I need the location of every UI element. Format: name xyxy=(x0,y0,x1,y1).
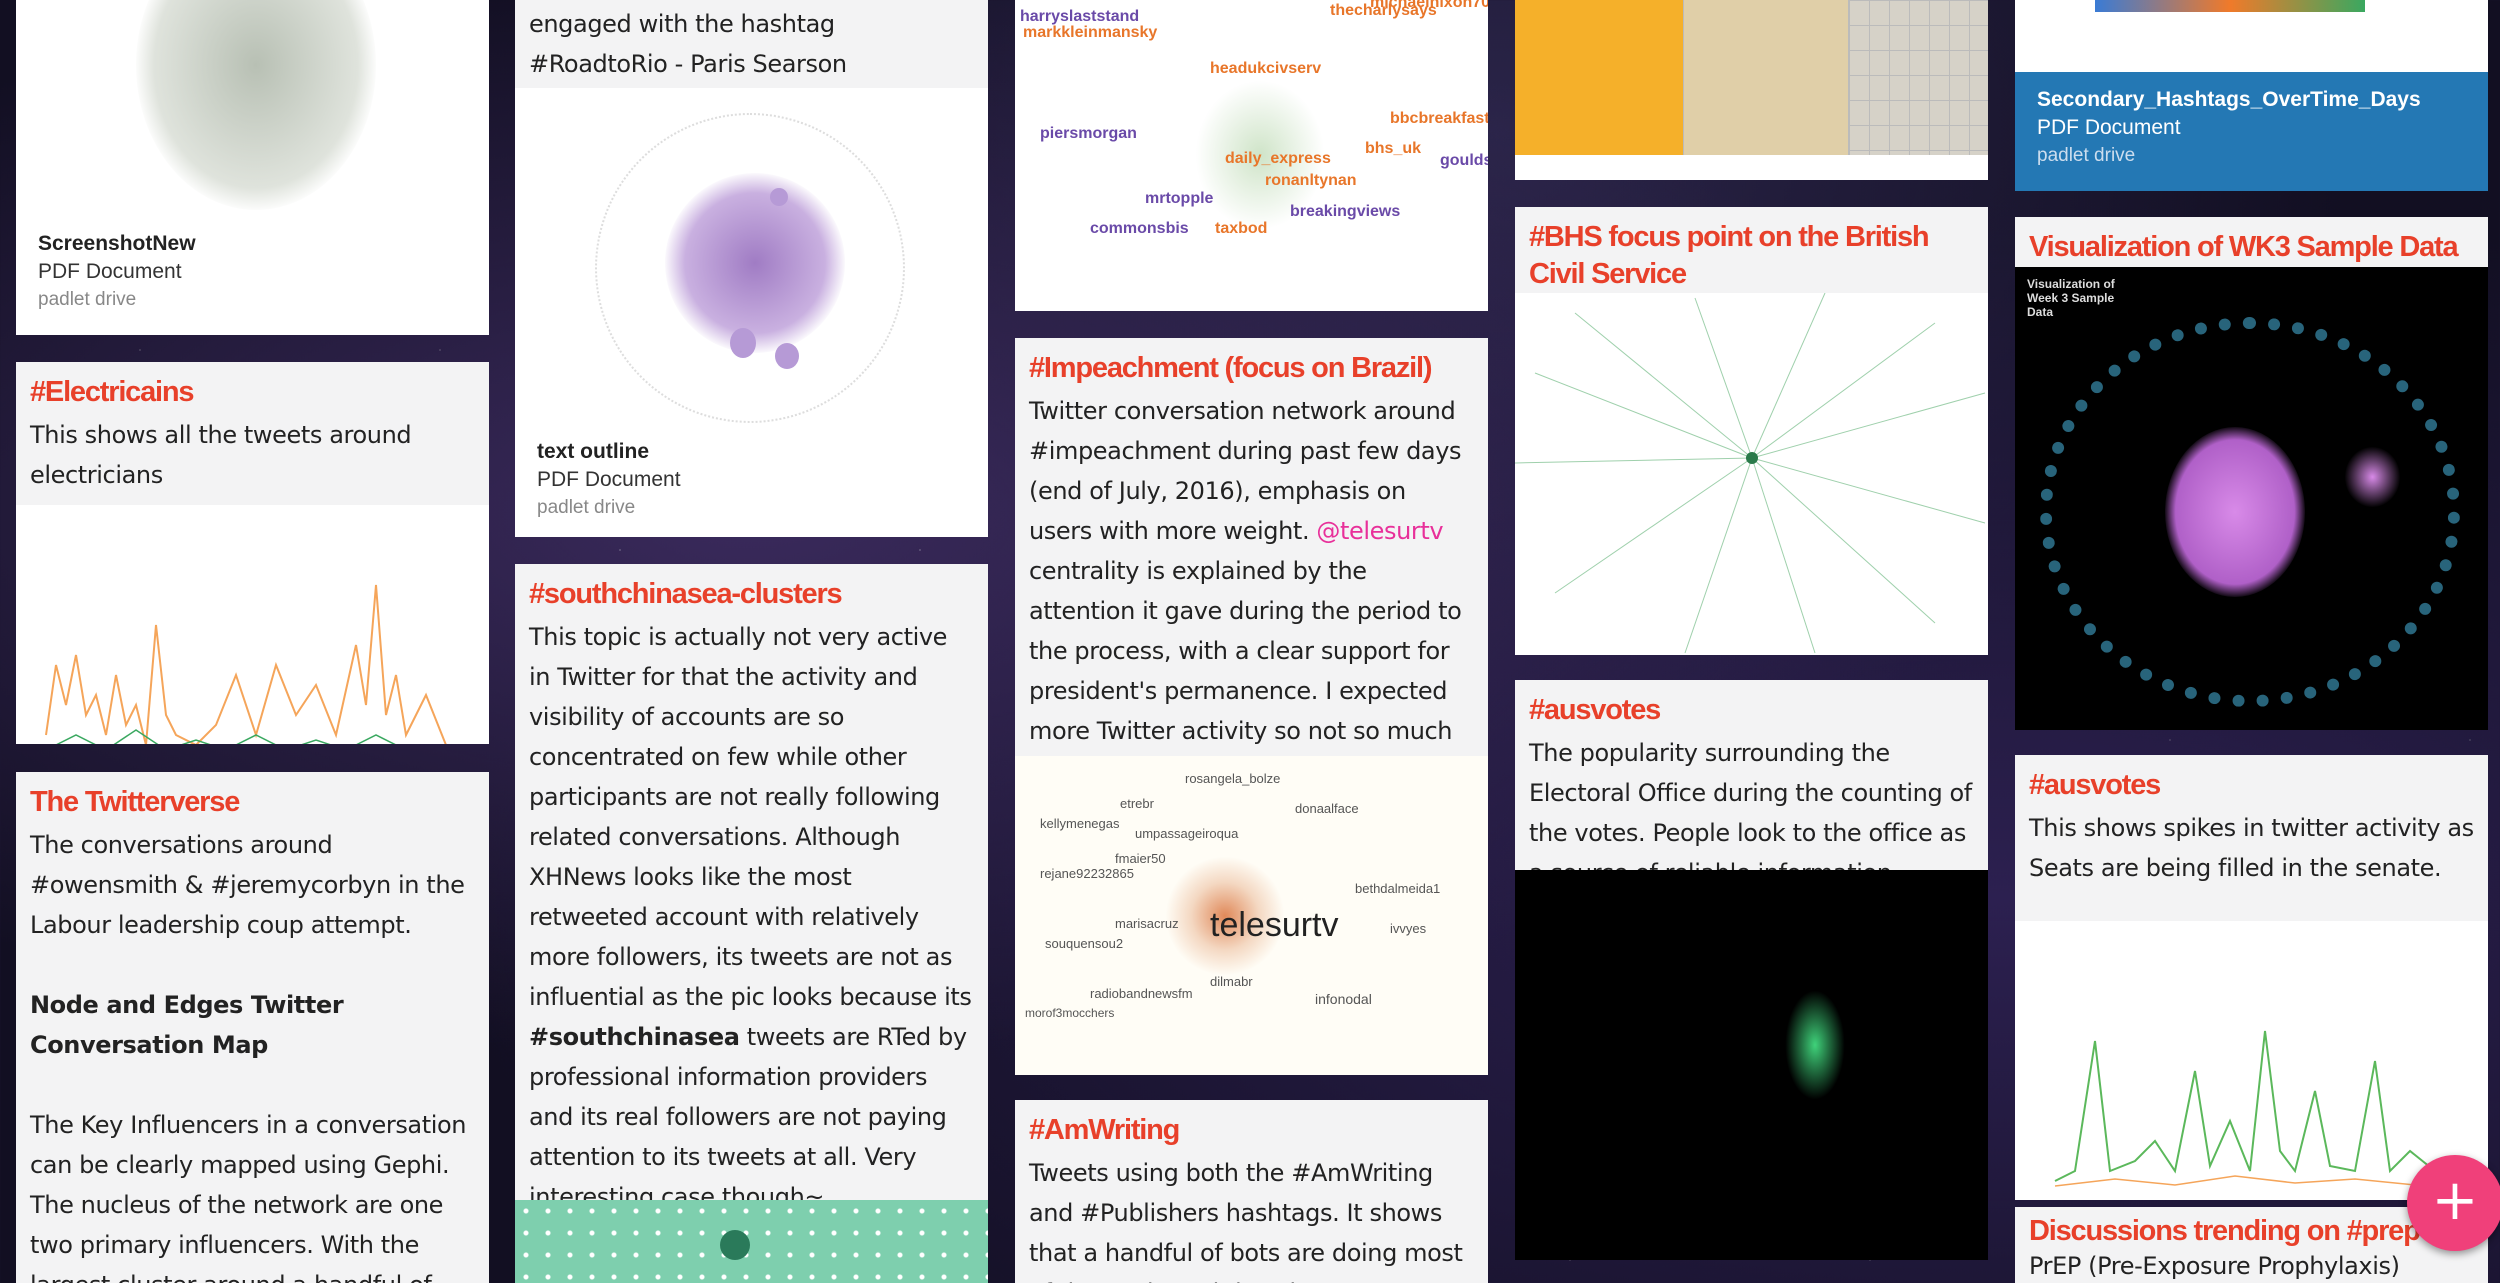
image-label: rejane92232865 xyxy=(1040,866,1134,881)
network-image: harryslaststand markkleinmansky thecharl… xyxy=(1015,0,1488,311)
network-image xyxy=(16,0,489,230)
post-screenshotnew[interactable]: ScreenshotNew PDF Document padlet drive xyxy=(16,0,489,335)
image-label: commonsbis xyxy=(1090,220,1189,237)
image-label: michaelnixon70 xyxy=(1370,0,1488,11)
body-subheading: Node and Edges Twitter Conversation Map xyxy=(30,991,344,1059)
body-text: This topic is actually not very active i… xyxy=(529,623,972,1011)
image-label: headukcivserv xyxy=(1210,60,1322,77)
image-label: kellymenegas xyxy=(1040,816,1120,831)
body-hashtag: #southchinasea xyxy=(529,1023,740,1051)
network-image xyxy=(1515,870,1988,1260)
image-label: bbcbreakfast xyxy=(1390,110,1488,127)
image-label: ronanltynan xyxy=(1265,172,1357,189)
image-label: bhs_uk xyxy=(1365,140,1422,157)
image-label: infonodal xyxy=(1315,991,1372,1007)
body-paragraph: The Key Influencers in a conversation ca… xyxy=(30,1111,467,1283)
star-network-thumbnail xyxy=(1515,293,1986,654)
post-wk3[interactable]: Visualization of WK3 Sample Data Visuali… xyxy=(2015,217,2488,730)
image-label: bethdalmeida1 xyxy=(1355,881,1441,896)
attachment-info: Secondary_Hashtags_OverTime_Days PDF Doc… xyxy=(2015,72,2488,191)
add-post-button[interactable]: + xyxy=(2407,1155,2500,1251)
attachment-type: PDF Document xyxy=(38,260,182,283)
post-title: #southchinasea-clusters xyxy=(529,578,843,610)
image-label: ivvyes xyxy=(1390,921,1427,936)
post-secondary-hashtags[interactable]: Secondary_Hashtags_OverTime_Days PDF Doc… xyxy=(2015,0,2488,191)
image-label: radiobandnewsfm xyxy=(1090,986,1193,1001)
image-label: dilmabr xyxy=(1210,974,1253,989)
post-bhs[interactable]: #BHS focus point on the British Civil Se… xyxy=(1515,207,1988,655)
post-network-uk[interactable]: harryslaststand markkleinmansky thecharl… xyxy=(1015,0,1488,311)
body-text: tweets are RTed by professional informat… xyxy=(529,1023,967,1211)
post-electricians[interactable]: #Electricains This shows all the tweets … xyxy=(16,362,489,744)
post-title: #AmWriting xyxy=(1029,1114,1180,1146)
chart-thumbnail xyxy=(45,584,466,744)
image-label: etrebr xyxy=(1120,796,1154,811)
attachment-title: ScreenshotNew xyxy=(38,232,196,255)
body-text: centrality is explained by the attention… xyxy=(1029,557,1462,785)
post-body: The conversations around #owensmith & #j… xyxy=(16,825,489,1283)
attachment-type: PDF Document xyxy=(2037,116,2181,139)
chart-image xyxy=(2015,0,2488,72)
network-image xyxy=(1515,293,1988,655)
attachment-info: text outline PDF Document padlet drive xyxy=(515,438,988,537)
post-impeachment[interactable]: #Impeachment (focus on Brazil) Twitter c… xyxy=(1015,338,1488,1075)
network-image: telesurtv rosangela_bolze etrebr donaalf… xyxy=(1015,756,1488,1075)
post-title: #BHS focus point on the British Civil Se… xyxy=(1529,221,1930,290)
image-label: taxbod xyxy=(1215,220,1268,237)
line-chart-image xyxy=(2015,921,2488,1200)
image-label: morof3mocchers xyxy=(1025,1006,1115,1020)
image-label: telesurtv xyxy=(1210,906,1339,944)
post-ausvotes[interactable]: #ausvotes The popularity surrounding the… xyxy=(1515,680,1988,1260)
chart-thumbnail xyxy=(2054,1030,2456,1187)
network-image: Visualization of Week 3 Sample Data xyxy=(2015,267,2488,730)
attachment-source: padlet drive xyxy=(537,497,636,518)
image-label: gouldsbi xyxy=(1440,152,1488,169)
attachment-type: PDF Document xyxy=(537,468,681,491)
attachment-source: padlet drive xyxy=(38,289,137,310)
image-label: breakingviews xyxy=(1290,203,1401,220)
post-body: Twitter conversation network around #imp… xyxy=(1015,391,1488,785)
post-title: #Impeachment (focus on Brazil) xyxy=(1029,352,1433,384)
post-title: The Twitterverse xyxy=(30,786,240,818)
image-label: daily_express xyxy=(1225,150,1331,167)
image-label: markkleinmansky xyxy=(1023,24,1158,41)
image-label: donaalface xyxy=(1295,801,1359,816)
mention-link[interactable]: @telesurtv xyxy=(1316,517,1443,545)
post-ausvotes-senate[interactable]: #ausvotes This shows spikes in twitter a… xyxy=(2015,755,2488,1200)
attachment-title: Secondary_Hashtags_OverTime_Days xyxy=(2037,88,2421,111)
post-southchinasea[interactable]: #southchinasea-clusters This topic is ac… xyxy=(515,564,988,1283)
image-label: piersmorgan xyxy=(1040,125,1137,142)
post-table-image[interactable] xyxy=(1515,0,1988,180)
post-body: engaged with the hashtag #RoadtoRio - Pa… xyxy=(529,10,847,78)
plus-icon: + xyxy=(2431,1168,2479,1233)
post-twitterverse[interactable]: The Twitterverse The conversations aroun… xyxy=(16,772,489,1283)
post-roadtorio[interactable]: engaged with the hashtag #RoadtoRio - Pa… xyxy=(515,0,988,537)
attachment-title: text outline xyxy=(537,440,650,463)
image-label: rosangela_bolze xyxy=(1185,771,1281,786)
attachment-info: ScreenshotNew PDF Document padlet drive xyxy=(16,230,489,313)
image-label: fmaier50 xyxy=(1115,851,1166,866)
post-title: Visualization of WK3 Sample Data xyxy=(2029,231,2459,263)
post-amwriting[interactable]: #AmWriting Tweets using both the #AmWrit… xyxy=(1015,1100,1488,1283)
body-paragraph: The conversations around #owensmith & #j… xyxy=(30,831,465,939)
image-label: marisacruz xyxy=(1115,916,1179,931)
post-body: Tweets using both the #AmWriting and #Pu… xyxy=(1029,1159,1463,1283)
treemap-image xyxy=(1515,0,1988,155)
post-body: This shows all the tweets around electri… xyxy=(30,421,412,489)
cluster-image xyxy=(515,1200,988,1283)
attachment-source: padlet drive xyxy=(2037,145,2136,166)
image-label: mrtopple xyxy=(1145,190,1214,207)
post-body: PrEP (Pre-Exposure Prophylaxis) xyxy=(2029,1252,2400,1280)
image-label: umpassageiroqua xyxy=(1135,826,1239,841)
network-image xyxy=(515,88,988,438)
image-caption: Visualization of Week 3 Sample Data xyxy=(2027,277,2115,319)
post-body: This shows spikes in twitter activity as… xyxy=(2029,814,2474,882)
post-title: #ausvotes xyxy=(2029,769,2161,801)
line-chart-image xyxy=(16,505,489,744)
post-title: #Electricains xyxy=(30,376,195,408)
post-body: This topic is actually not very active i… xyxy=(515,617,988,1211)
image-label: souquensou2 xyxy=(1045,936,1124,951)
post-title: #ausvotes xyxy=(1529,694,1661,726)
